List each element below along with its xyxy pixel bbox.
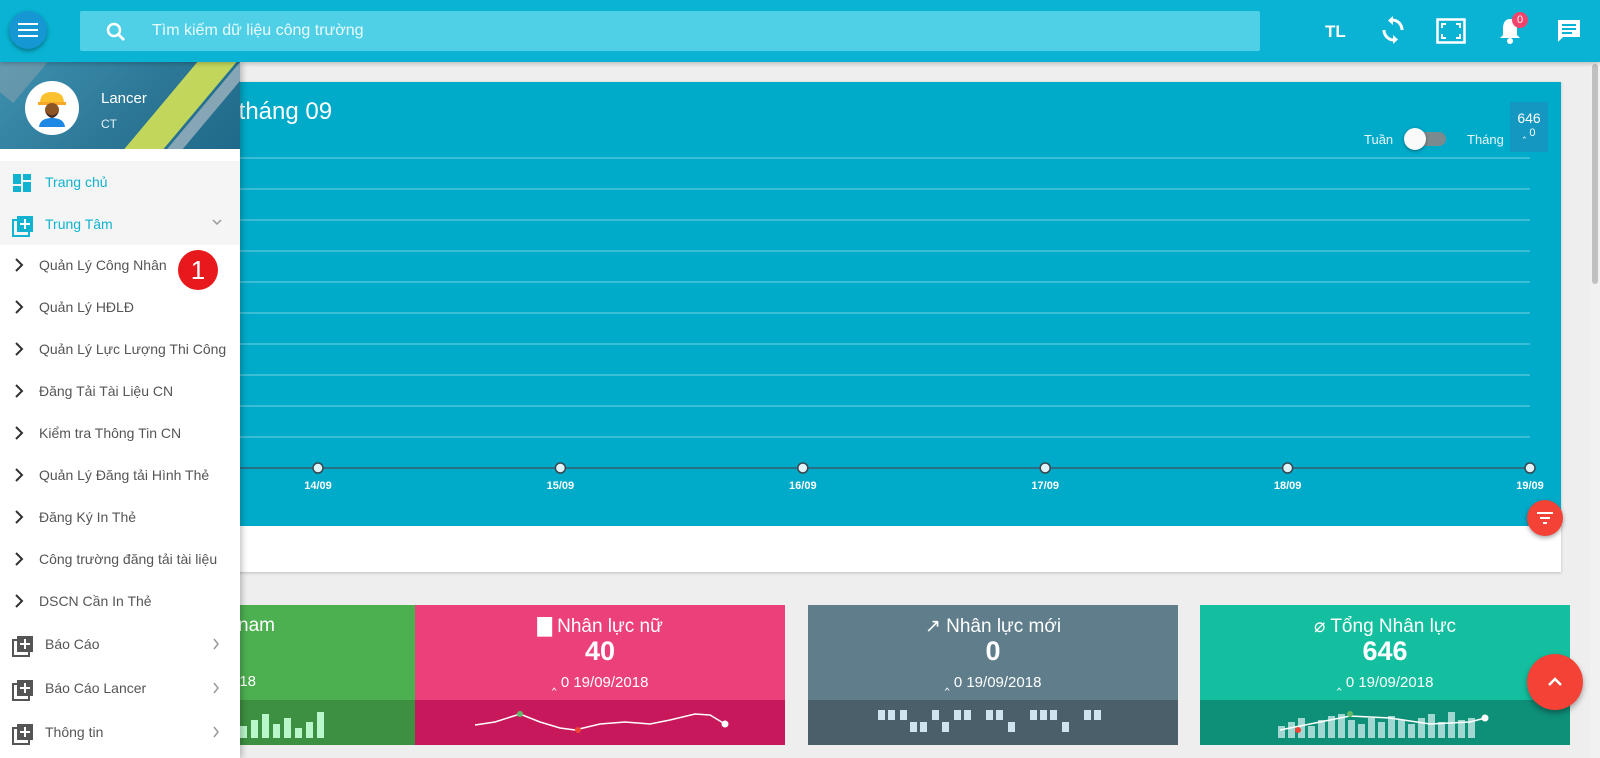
filter-button[interactable]: [1527, 500, 1563, 536]
stat-card-total: ⌀ Tổng Nhân lực 646 ‸ 0 19/09/2018: [1200, 605, 1570, 745]
stat-value: 0: [985, 636, 1001, 666]
stat-card-new: ↗ Nhân lực mới 0 ‸ 0 19/09/2018: [808, 605, 1178, 745]
stat-sparkline: [415, 700, 785, 745]
stat-card-female: ▇ Nhân lực nữ 40 ‸ 0 19/09/2018: [415, 605, 785, 745]
chevron-right-icon: [15, 594, 24, 608]
data-point: [1281, 462, 1294, 474]
annotation-badge: 1: [178, 250, 218, 290]
search-icon: [106, 22, 125, 41]
chevron-right-icon: [213, 726, 219, 738]
filter-icon: [1537, 512, 1553, 524]
stat-value: 40: [584, 636, 616, 666]
chevron-right-icon: [15, 552, 24, 566]
stat-title: ⌀ Tổng Nhân lực: [1313, 616, 1457, 637]
sidebar-item-label: Báo Cáo Lancer: [45, 680, 147, 696]
chevron-right-icon: [15, 510, 24, 524]
top-app-bar: Tìm kiếm dữ liệu công trường TL 0: [0, 0, 1600, 62]
sidebar-item-contract-mgmt[interactable]: Quản Lý HĐLĐ: [0, 287, 240, 328]
sidebar-item-home[interactable]: Trang chủ: [0, 162, 240, 203]
chevron-right-icon: [15, 300, 24, 314]
notification-badge: 0: [1512, 12, 1528, 28]
chevron-right-icon: [15, 384, 24, 398]
sidebar-item-workforce-mgmt[interactable]: Quản Lý Lực Lượng Thi Công: [0, 329, 240, 370]
sidebar-item-center[interactable]: Trung Tâm: [0, 204, 240, 245]
stat-title: ▇ Nhân lực nữ: [537, 616, 663, 637]
library-add-icon: [12, 216, 33, 237]
data-point: [797, 462, 809, 474]
sidebar-item-label: Quản Lý Lực Lượng Thi Công: [39, 341, 227, 357]
sidebar-item-label: Kiểm tra Thông Tin CN: [39, 425, 182, 441]
stat-sparkline: [808, 700, 1178, 745]
menu-button[interactable]: [9, 11, 47, 49]
chat-icon[interactable]: [1556, 18, 1582, 44]
sidebar-item-check-info[interactable]: Kiểm tra Thông Tin CN: [0, 413, 240, 454]
x-tick-label: 19/09: [1516, 480, 1544, 492]
chevron-right-icon: [15, 342, 24, 356]
scrollbar[interactable]: [1590, 62, 1600, 758]
stat-sparkline: [1200, 700, 1570, 745]
profile-header: Lancer CT: [0, 62, 240, 149]
stat-date: ‸ 0 19/09/2018: [1336, 674, 1434, 691]
scrollbar-thumb[interactable]: [1592, 64, 1598, 284]
search-input[interactable]: Tìm kiếm dữ liệu công trường: [152, 22, 364, 40]
stat-title: ↗ Nhân lực mới: [924, 616, 1062, 637]
sidebar-item-label: Quản Lý Đăng tải Hình Thẻ: [39, 467, 210, 483]
chevron-down-icon: [212, 219, 222, 226]
sidebar-item-label: DSCN Cần In Thẻ: [39, 593, 152, 609]
sidebar-item-reports[interactable]: Báo Cáo: [0, 624, 240, 665]
user-initials-button[interactable]: TL: [1325, 22, 1346, 42]
stat-value: 646: [1362, 636, 1408, 666]
sidebar-item-label: Quản Lý Công Nhân: [39, 257, 167, 273]
search-bar[interactable]: Tìm kiếm dữ liệu công trường: [80, 11, 1260, 51]
avatar[interactable]: [25, 81, 79, 135]
sidebar-item-label: Công trường đăng tải tài liệu: [39, 551, 218, 567]
chevron-right-icon: [15, 258, 24, 272]
library-add-icon: [12, 636, 33, 657]
library-add-icon: [12, 724, 33, 745]
paperclip-icon: ⌀: [1313, 616, 1326, 637]
sidebar-item-upload-docs[interactable]: Đăng Tải Tài Liệu CN: [0, 371, 240, 412]
sidebar-item-label: Thông tin: [45, 724, 104, 740]
sidebar-item-site-docs[interactable]: Công trường đăng tải tài liệu: [0, 539, 240, 580]
data-point: [1039, 462, 1051, 474]
x-tick-label: 15/09: [547, 480, 575, 492]
chevron-right-icon: [213, 682, 219, 694]
stat-date: ‸ 0 19/09/2018: [944, 674, 1042, 691]
x-tick-label: 17/09: [1031, 480, 1059, 492]
trending-up-icon: ↗: [924, 616, 941, 637]
profile-role: CT: [101, 117, 117, 131]
sidebar-item-print-list[interactable]: DSCN Cần In Thẻ: [0, 581, 240, 622]
dashboard-icon: [13, 174, 31, 192]
sidebar: Lancer CT Trang chủ Trung Tâm Quản Lý Cô…: [0, 62, 240, 758]
sidebar-item-card-photo[interactable]: Quản Lý Đăng tải Hình Thẻ: [0, 455, 240, 496]
sidebar-item-label: Đăng Ký In Thẻ: [39, 509, 137, 525]
sidebar-item-lancer-reports[interactable]: Báo Cáo Lancer: [0, 668, 240, 709]
scroll-top-button[interactable]: [1527, 654, 1583, 710]
x-tick-label: 14/09: [304, 480, 332, 492]
sidebar-item-label: Đăng Tải Tài Liệu CN: [39, 383, 174, 399]
sidebar-item-label: Trang chủ: [45, 174, 108, 190]
hamburger-icon: [18, 23, 38, 37]
refresh-icon[interactable]: [1380, 16, 1406, 44]
chevron-right-icon: [213, 638, 219, 650]
fullscreen-icon[interactable]: [1436, 18, 1466, 44]
sidebar-item-card-print[interactable]: Đăng Ký In Thẻ: [0, 497, 240, 538]
file-icon: ▇: [537, 616, 552, 637]
sidebar-item-label: Quản Lý HĐLĐ: [39, 299, 134, 315]
sidebar-item-label: Trung Tâm: [45, 216, 113, 232]
stat-date: ‸ 0 19/09/2018: [551, 674, 649, 691]
x-tick-label: 16/09: [789, 480, 817, 492]
chevron-up-icon: [1548, 677, 1562, 686]
library-add-icon: [12, 680, 33, 701]
sidebar-item-info[interactable]: Thông tin: [0, 712, 240, 753]
data-point: [312, 462, 324, 474]
data-point: [554, 462, 567, 474]
sidebar-item-label: Báo Cáo: [45, 636, 100, 652]
profile-name: Lancer: [101, 90, 147, 107]
x-tick-label: 18/09: [1274, 480, 1302, 492]
data-point: [1524, 462, 1536, 474]
chevron-right-icon: [15, 426, 24, 440]
worker-avatar-icon: [38, 92, 66, 127]
chevron-right-icon: [15, 468, 24, 482]
